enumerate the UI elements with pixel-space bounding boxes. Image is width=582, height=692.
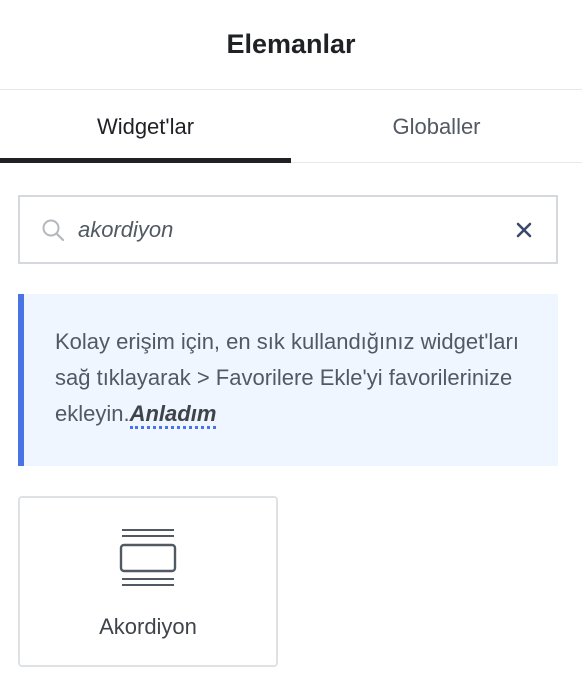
panel-title: Elemanlar — [226, 29, 356, 59]
tab-bar: Widget'lar Globaller — [0, 91, 582, 163]
close-icon[interactable] — [512, 218, 536, 242]
widget-accordion[interactable]: Akordiyon — [18, 496, 278, 667]
notice-text: Kolay erişim için, en sık kullandığınız … — [55, 329, 519, 426]
search-input[interactable] — [78, 216, 512, 243]
dismiss-notice-link[interactable]: Anladım — [129, 401, 217, 429]
tab-globals[interactable]: Globaller — [291, 91, 582, 162]
search-box[interactable] — [18, 195, 558, 264]
search-icon — [40, 217, 66, 243]
tab-widgets[interactable]: Widget'lar — [0, 91, 291, 163]
favorites-notice: Kolay erişim için, en sık kullandığınız … — [18, 294, 558, 466]
panel-header: Elemanlar — [0, 0, 582, 90]
accordion-icon — [119, 528, 177, 588]
widget-label: Akordiyon — [99, 614, 197, 639]
